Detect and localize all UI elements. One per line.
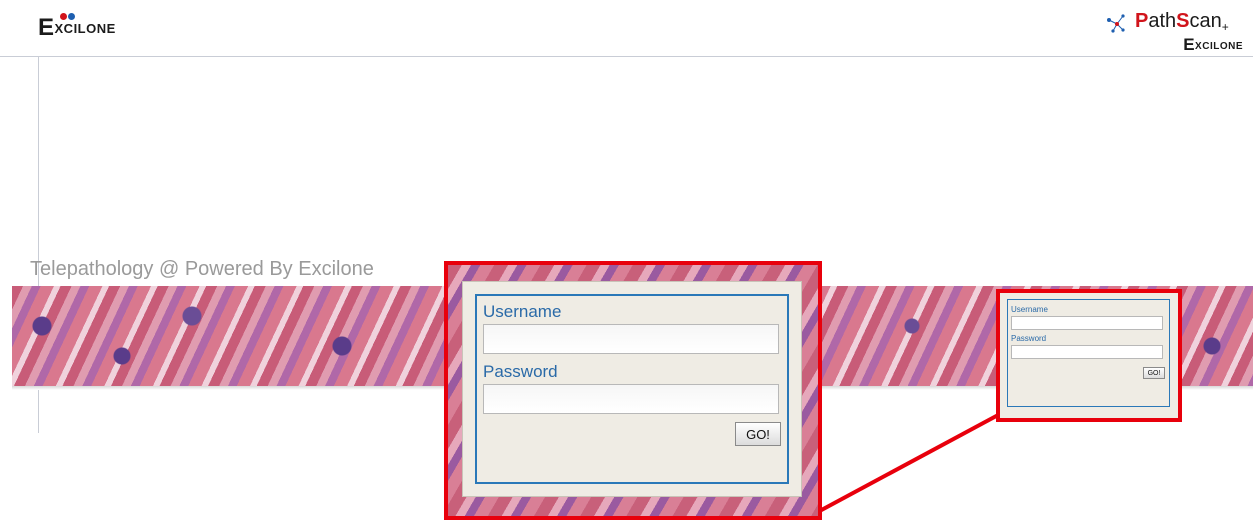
username-input-small[interactable] <box>1011 316 1163 330</box>
login-zoom-background: Username Password GO! <box>462 281 802 497</box>
username-label: Username <box>483 302 562 321</box>
username-label-small: Username <box>1011 305 1048 314</box>
password-label: Password <box>483 362 558 381</box>
go-button-small[interactable]: GO! <box>1143 367 1165 379</box>
login-form: Username Password GO! <box>475 294 789 484</box>
login-highlight-small: Username Password GO! <box>996 289 1182 422</box>
password-label-small: Password <box>1011 334 1047 343</box>
login-zoom-callout: Username Password GO! <box>444 261 822 520</box>
password-input[interactable] <box>483 384 779 414</box>
username-input[interactable] <box>483 324 779 354</box>
go-button[interactable]: GO! <box>735 422 781 446</box>
password-input-small[interactable] <box>1011 345 1163 359</box>
login-form-small: Username Password GO! <box>1007 299 1170 407</box>
